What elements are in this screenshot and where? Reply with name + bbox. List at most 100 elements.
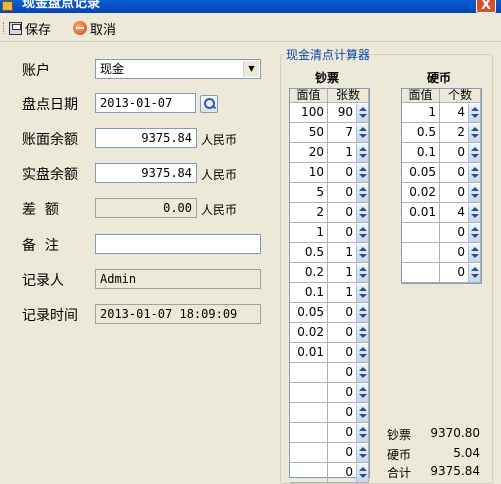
actual-balance-unit: 人民币 bbox=[201, 168, 238, 182]
spin-arrows-icon[interactable] bbox=[356, 344, 368, 362]
spin-arrows-icon[interactable] bbox=[356, 364, 368, 382]
notes-title: 钞票 bbox=[315, 71, 340, 85]
notes-face-cell[interactable] bbox=[290, 363, 328, 383]
spin-arrows-icon[interactable] bbox=[468, 204, 480, 222]
notes-table[interactable]: 面值 张数 100 90 50 7 20 1 10 0 5 0 2 0 1 0 0.5 1 0.2 1 0.1 1 0.05… bbox=[289, 88, 370, 483]
spin-arrows-icon[interactable] bbox=[468, 104, 480, 122]
date-field[interactable]: 2013-01-07 bbox=[95, 93, 196, 113]
window-title: 现金盘点记录 bbox=[22, 0, 101, 11]
note-field[interactable] bbox=[95, 234, 261, 254]
notes-face-cell[interactable]: 0.02 bbox=[290, 323, 328, 343]
actual-balance-field[interactable]: 9375.84 bbox=[95, 163, 197, 183]
spin-arrows-icon[interactable] bbox=[356, 304, 368, 322]
notes-face-cell[interactable]: 20 bbox=[290, 143, 328, 163]
notes-face-cell[interactable]: 0.01 bbox=[290, 343, 328, 363]
coins-face-cell[interactable]: 0.01 bbox=[402, 203, 440, 223]
coins-sum-label: 硬币 bbox=[387, 448, 412, 462]
notes-face-cell[interactable]: 0.2 bbox=[290, 263, 328, 283]
coins-face-cell[interactable] bbox=[402, 243, 440, 263]
spin-arrows-icon[interactable] bbox=[356, 404, 368, 422]
spin-arrows-icon[interactable] bbox=[468, 124, 480, 142]
notes-face-cell[interactable]: 0.05 bbox=[290, 303, 328, 323]
notes-face-cell[interactable]: 100 bbox=[290, 103, 328, 123]
notes-header-face: 面值 bbox=[290, 89, 328, 103]
spin-arrows-icon[interactable] bbox=[356, 284, 368, 302]
coins-face-cell[interactable]: 0.05 bbox=[402, 163, 440, 183]
spin-arrows-icon[interactable] bbox=[356, 244, 368, 262]
save-button[interactable]: 保存 bbox=[9, 19, 52, 38]
coins-face-cell[interactable] bbox=[402, 263, 440, 283]
difference-unit: 人民币 bbox=[201, 203, 238, 217]
spin-arrows-icon[interactable] bbox=[468, 244, 480, 262]
save-icon bbox=[9, 21, 22, 35]
notes-face-cell[interactable] bbox=[290, 383, 328, 403]
book-balance-field[interactable]: 9375.84 bbox=[95, 128, 197, 148]
coins-table[interactable]: 面值 个数 1 4 0.5 2 0.1 0 0.05 0 0.02 0 0.01 4 0 0 0 bbox=[401, 88, 482, 284]
account-select[interactable]: 现金 ▼ bbox=[95, 59, 261, 79]
cancel-label: 取消 bbox=[90, 22, 117, 38]
account-value: 现金 bbox=[100, 62, 125, 76]
notes-sum-label: 钞票 bbox=[387, 428, 412, 442]
notes-face-cell[interactable]: 50 bbox=[290, 123, 328, 143]
spin-arrows-icon[interactable] bbox=[356, 444, 368, 462]
chevron-down-icon[interactable]: ▼ bbox=[243, 61, 259, 77]
coins-title: 硬币 bbox=[427, 71, 452, 85]
date-label: 盘点日期 bbox=[22, 97, 78, 113]
title-bar: 现金盘点记录 X bbox=[0, 0, 501, 13]
notes-face-cell[interactable]: 10 bbox=[290, 163, 328, 183]
search-icon[interactable] bbox=[200, 95, 218, 113]
record-time-label: 记录时间 bbox=[22, 308, 78, 324]
coins-face-cell[interactable]: 0.02 bbox=[402, 183, 440, 203]
coins-header-count: 个数 bbox=[440, 89, 481, 103]
spin-arrows-icon[interactable] bbox=[356, 144, 368, 162]
spin-arrows-icon[interactable] bbox=[468, 144, 480, 162]
coins-face-cell[interactable]: 0.1 bbox=[402, 143, 440, 163]
account-label: 账户 bbox=[22, 63, 50, 79]
actual-balance-label: 实盘余额 bbox=[22, 167, 78, 183]
notes-face-cell[interactable]: 5 bbox=[290, 183, 328, 203]
book-balance-label: 账面余额 bbox=[22, 132, 78, 148]
spin-arrows-icon[interactable] bbox=[356, 384, 368, 402]
difference-field: 0.00 bbox=[95, 198, 197, 218]
spin-arrows-icon[interactable] bbox=[356, 204, 368, 222]
spin-arrows-icon[interactable] bbox=[356, 104, 368, 122]
spin-arrows-icon[interactable] bbox=[356, 184, 368, 202]
notes-face-cell[interactable]: 0.1 bbox=[290, 283, 328, 303]
toolbar-grip bbox=[3, 22, 6, 34]
total-sum-value: 9375.84 bbox=[430, 464, 480, 478]
spin-arrows-icon[interactable] bbox=[356, 124, 368, 142]
spin-arrows-icon[interactable] bbox=[356, 224, 368, 242]
coins-face-cell[interactable]: 0.5 bbox=[402, 123, 440, 143]
save-label: 保存 bbox=[25, 22, 52, 38]
calculator-title: 现金清点计算器 bbox=[284, 46, 373, 63]
notes-face-cell[interactable] bbox=[290, 463, 328, 483]
coins-face-cell[interactable]: 1 bbox=[402, 103, 440, 123]
app-icon bbox=[2, 1, 13, 11]
spin-arrows-icon[interactable] bbox=[468, 184, 480, 202]
spin-arrows-icon[interactable] bbox=[356, 324, 368, 342]
notes-face-cell[interactable] bbox=[290, 423, 328, 443]
cancel-button[interactable]: 取消 bbox=[73, 19, 117, 38]
coins-face-cell[interactable] bbox=[402, 223, 440, 243]
notes-face-cell[interactable] bbox=[290, 443, 328, 463]
spin-arrows-icon[interactable] bbox=[468, 264, 480, 282]
notes-header-count: 张数 bbox=[328, 89, 369, 103]
notes-face-cell[interactable] bbox=[290, 403, 328, 423]
notes-face-cell[interactable]: 2 bbox=[290, 203, 328, 223]
record-time-field: 2013-01-07 18:09:09 bbox=[95, 304, 261, 324]
close-button[interactable]: X bbox=[476, 0, 496, 13]
cancel-icon bbox=[73, 21, 87, 35]
coins-header-face: 面值 bbox=[402, 89, 440, 103]
spin-arrows-icon[interactable] bbox=[468, 164, 480, 182]
difference-label: 差 额 bbox=[22, 202, 59, 218]
recorder-label: 记录人 bbox=[22, 273, 64, 289]
spin-arrows-icon[interactable] bbox=[356, 424, 368, 442]
spin-arrows-icon[interactable] bbox=[468, 224, 480, 242]
recorder-field: Admin bbox=[95, 269, 261, 289]
book-balance-unit: 人民币 bbox=[201, 133, 238, 147]
notes-face-cell[interactable]: 1 bbox=[290, 223, 328, 243]
notes-face-cell[interactable]: 0.5 bbox=[290, 243, 328, 263]
spin-arrows-icon[interactable] bbox=[356, 264, 368, 282]
spin-arrows-icon[interactable] bbox=[356, 164, 368, 182]
spin-arrows-icon[interactable] bbox=[356, 464, 368, 482]
